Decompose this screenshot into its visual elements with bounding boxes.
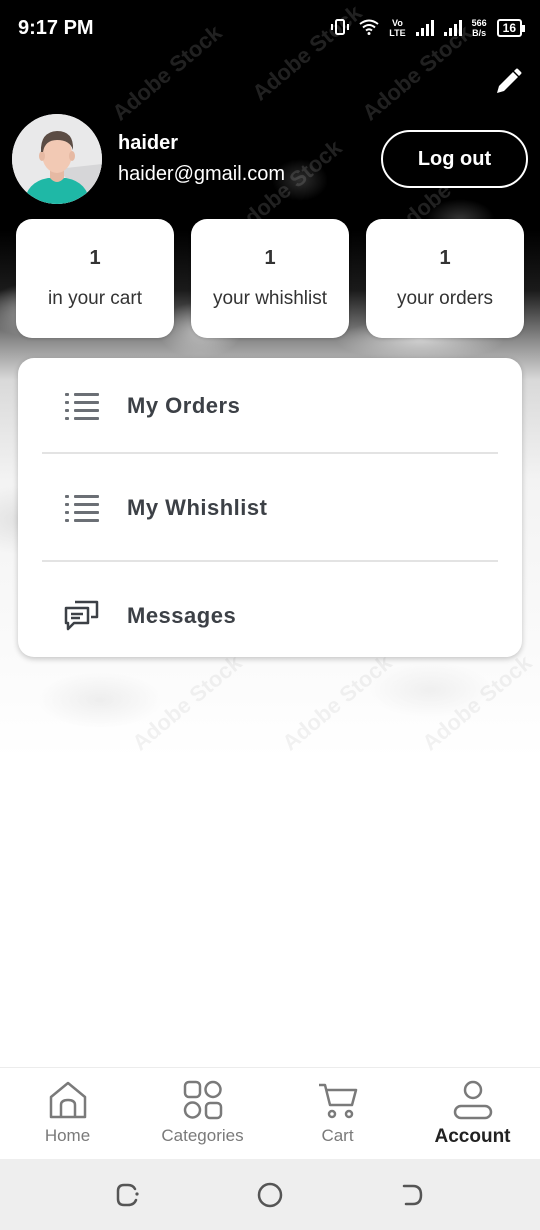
recents-icon [116,1183,139,1206]
vibrate-icon [331,18,350,38]
logout-button[interactable]: Log out [381,130,528,188]
divider [42,452,498,454]
nav-item-home[interactable]: Home [0,1068,135,1159]
home-system-button[interactable] [254,1179,286,1211]
whishlist-count-card[interactable]: 1 your whishlist [191,219,349,338]
stat-count: 1 [439,247,451,269]
divider [42,560,498,562]
cart-icon [316,1078,360,1122]
account-menu: My Orders My Whishlist Messages [18,358,522,657]
battery-icon: 16 [496,19,526,37]
list-icon [64,490,100,526]
signal-icon [415,20,434,36]
avatar-icon [12,114,102,204]
back-button[interactable] [396,1179,428,1211]
circle-icon [257,1182,283,1207]
back-icon [402,1184,423,1205]
profile-name: haider [118,132,179,154]
wifi-icon [359,19,379,38]
watermark: Adobe Stock [277,649,397,756]
status-icons: Vo LTE 566 B/s 16 [331,18,526,38]
nav-label: Cart [321,1126,354,1145]
system-nav-bar [0,1159,540,1230]
list-icon [64,388,100,424]
lte-label: LTE [389,28,406,38]
chat-icon [64,598,100,634]
edit-profile-button[interactable] [492,68,524,100]
signal-icon [443,20,462,36]
menu-item-messages[interactable]: Messages [18,568,522,664]
status-bar: 9:17 PM Vo LTE 566 B/s 16 [0,0,540,56]
battery-level: 16 [502,21,516,35]
menu-label: Messages [127,603,237,628]
stat-label: your whishlist [212,288,328,309]
stat-count: 1 [89,247,101,269]
stat-count: 1 [264,247,276,269]
volte-indicator: Vo LTE [389,18,405,38]
account-icon [451,1078,495,1122]
network-speed: 566 B/s [472,18,487,38]
menu-label: My Orders [127,393,241,418]
watermark: Adobe Stock [417,649,537,756]
watermark: Adobe Stock [127,649,247,756]
categories-icon [181,1078,225,1122]
status-time: 9:17 PM [18,16,94,39]
speed-unit: B/s [472,28,487,38]
recents-button[interactable] [112,1179,144,1211]
nav-label: Account [434,1126,511,1147]
menu-item-my-whishlist[interactable]: My Whishlist [18,460,522,556]
menu-item-my-orders[interactable]: My Orders [18,358,522,454]
nav-item-categories[interactable]: Categories [135,1068,270,1159]
nav-item-cart[interactable]: Cart [270,1068,405,1159]
avatar [12,114,102,204]
pencil-icon [493,67,523,102]
cart-count-card[interactable]: 1 in your cart [16,219,174,338]
volte-label: Vo [392,18,403,28]
speed-value: 566 [471,18,487,28]
menu-label: My Whishlist [127,495,268,520]
home-icon [46,1078,90,1122]
profile-email: haider@gmail.com [118,163,286,185]
nav-label: Home [44,1126,91,1145]
bottom-nav: Home Categories Cart Account [0,1067,540,1159]
nav-label: Categories [161,1126,244,1145]
stat-label: in your cart [48,288,142,309]
stat-label: your orders [396,288,494,309]
nav-item-account[interactable]: Account [405,1068,540,1159]
orders-count-card[interactable]: 1 your orders [366,219,524,338]
